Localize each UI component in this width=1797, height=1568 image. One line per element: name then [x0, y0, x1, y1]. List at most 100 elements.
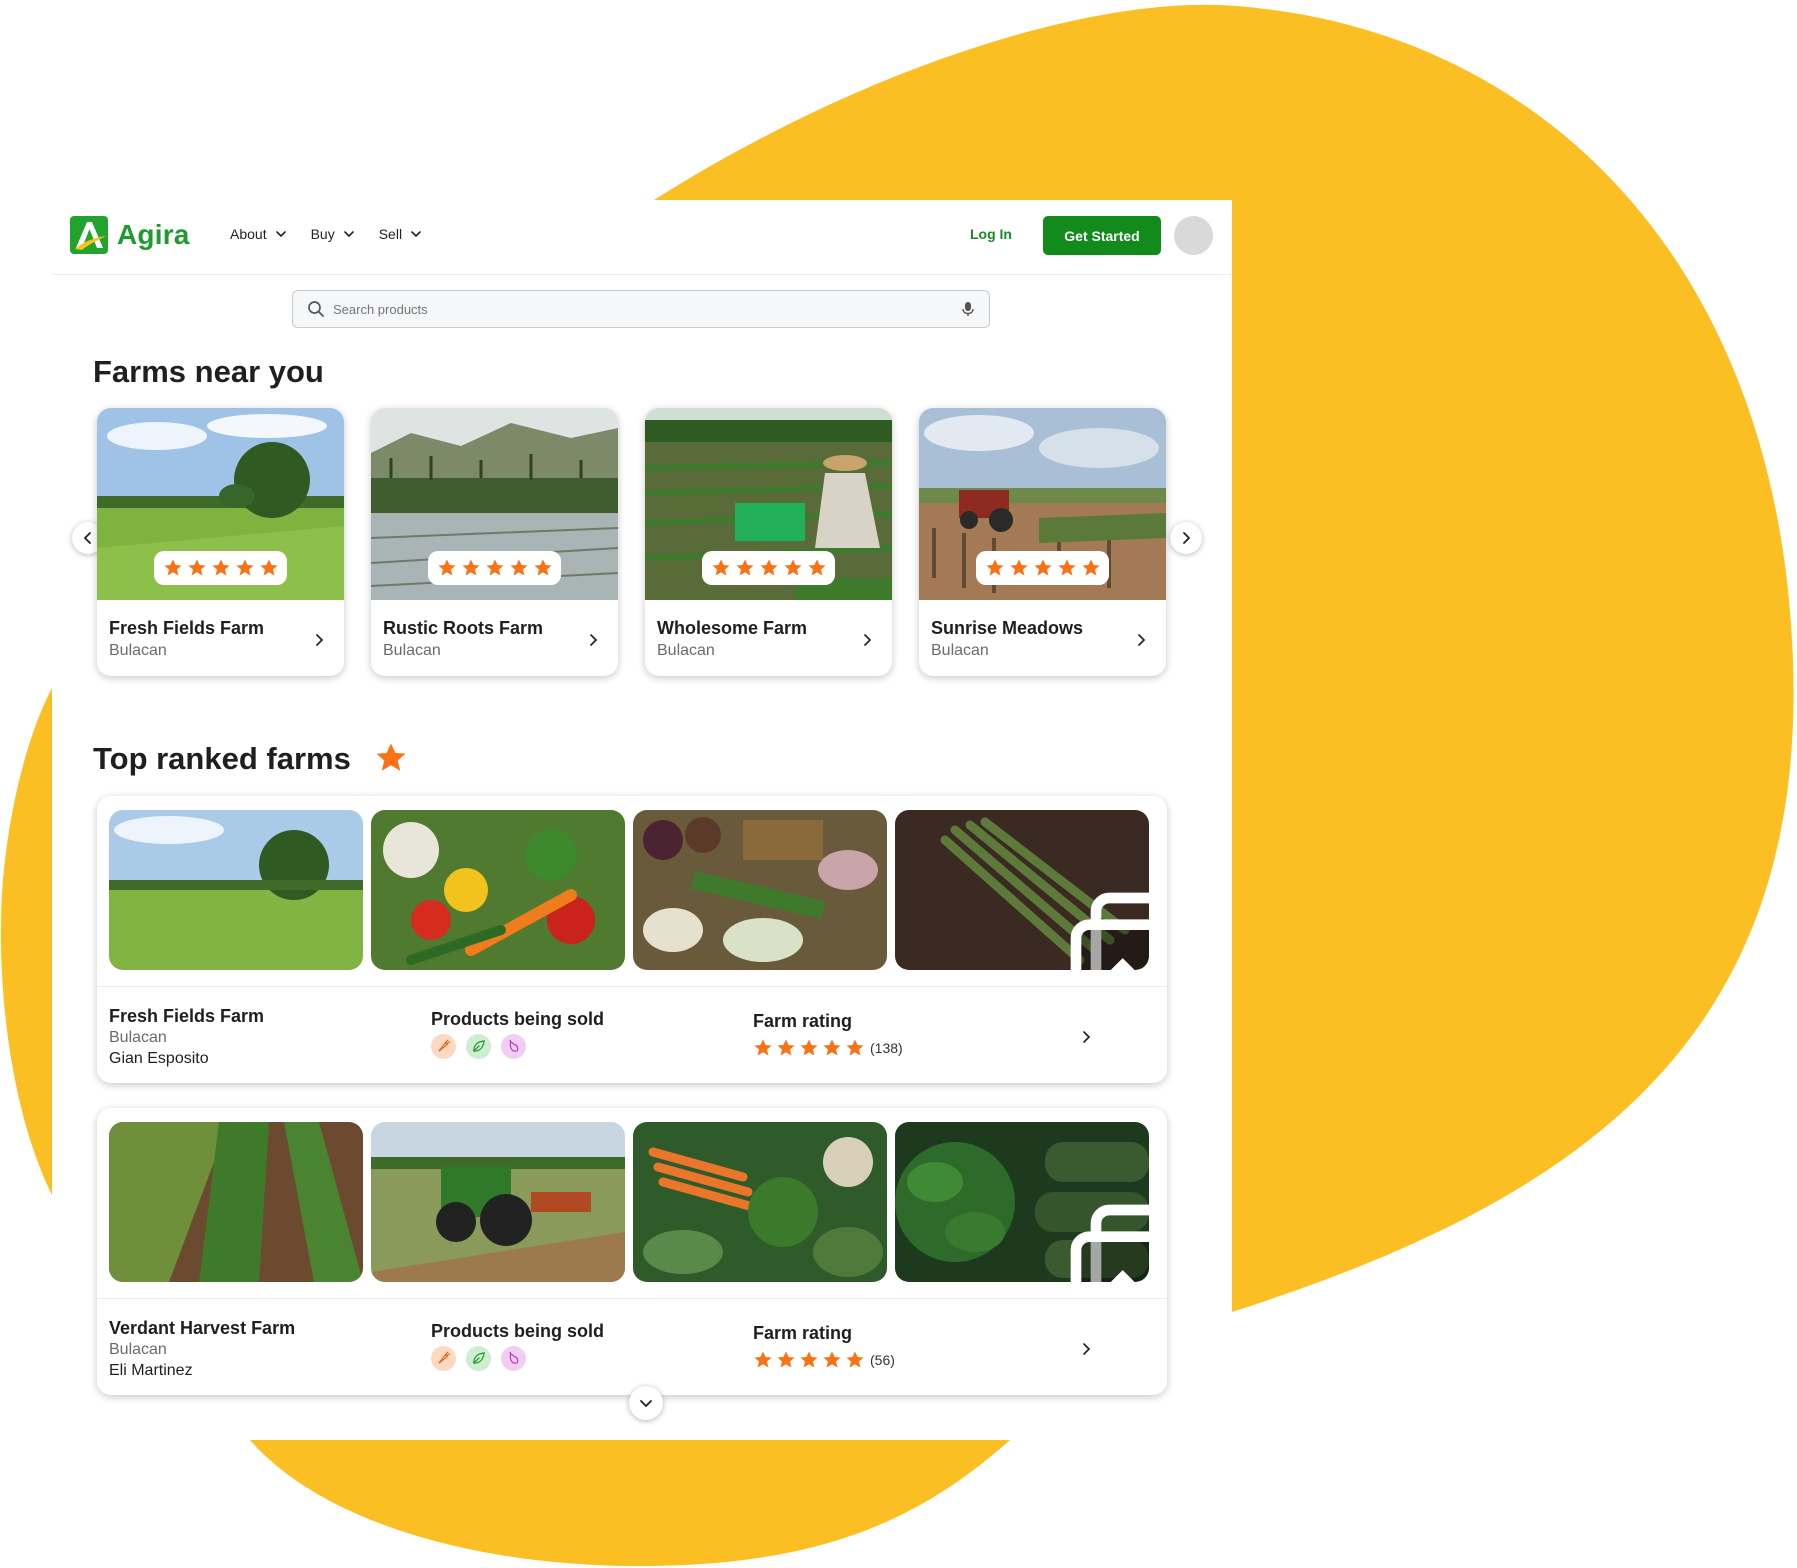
- divider: [97, 1298, 1167, 1299]
- chevron-right-icon[interactable]: [1079, 1342, 1093, 1356]
- rating-pill: [702, 551, 835, 585]
- search-input[interactable]: [333, 301, 961, 317]
- top-navbar: Agira About Buy Sell Log In Get Started: [52, 200, 1232, 275]
- star-icon: [376, 743, 406, 771]
- farm-name: Rustic Roots Farm: [383, 618, 544, 638]
- star-icon: [736, 559, 753, 576]
- gallery-icon: [1070, 892, 1149, 970]
- product-type-icons: [431, 1034, 526, 1059]
- ranked-farm-card[interactable]: Fresh Fields Farm Bulacan Gian Esposito …: [97, 796, 1167, 1083]
- brand-name: Agira: [117, 219, 190, 250]
- rating-pill: [428, 551, 561, 585]
- farm-card-wholesome[interactable]: Wholesome Farm Bulacan: [645, 408, 892, 676]
- eggplant-icon: [501, 1346, 526, 1371]
- farm-card-sunrise-meadows[interactable]: Sunrise Meadows Bulacan: [919, 408, 1166, 676]
- gallery-photo[interactable]: [371, 810, 625, 970]
- brand-logo[interactable]: Agira: [70, 216, 190, 254]
- chevron-down-icon: [343, 231, 354, 238]
- star-icon: [486, 559, 503, 576]
- crop-rows-photo: [109, 1122, 363, 1282]
- farm-location: Bulacan: [109, 1029, 167, 1046]
- star-icon: [823, 1351, 841, 1368]
- farm-photo-gallery: [109, 810, 1155, 970]
- rating-label: Farm rating: [753, 1323, 853, 1343]
- products-label: Products being sold: [431, 1321, 605, 1341]
- gallery-photo[interactable]: [633, 1122, 887, 1282]
- gallery-photo[interactable]: [109, 810, 363, 970]
- carrots-greens-photo: [633, 1122, 887, 1282]
- star-icon: [1082, 559, 1099, 576]
- star-icon: [784, 559, 801, 576]
- star-icon: [760, 559, 777, 576]
- chevron-down-icon: [411, 231, 421, 238]
- rating-pill: [154, 551, 287, 585]
- farm-owner: Gian Esposito: [109, 1050, 209, 1067]
- nav-item-label: About: [230, 226, 267, 242]
- top-ranked-title: Top ranked farms: [93, 741, 351, 776]
- chevron-right-icon: [316, 634, 324, 646]
- farm-name: Fresh Fields Farm: [109, 618, 265, 638]
- gallery-photo[interactable]: [371, 1122, 625, 1282]
- gallery-icon: [1070, 1204, 1149, 1282]
- leaf-icon: [466, 1346, 491, 1371]
- chevron-right-icon: [1138, 634, 1146, 646]
- star-icon: [754, 1351, 772, 1368]
- farms-near-carousel: Fresh Fields Farm Bulacan Rustic Roots F…: [97, 408, 1167, 678]
- star-icon: [777, 1351, 795, 1368]
- farm-photo-gallery: [109, 1122, 1155, 1282]
- chevron-right-icon: [590, 634, 598, 646]
- farm-location: Bulacan: [657, 642, 715, 659]
- market-produce-photo: [633, 810, 887, 970]
- avatar[interactable]: [1174, 216, 1213, 255]
- nav-item-buy[interactable]: Buy: [311, 226, 355, 242]
- rating-stars: (138): [753, 1038, 903, 1058]
- star-icon: [800, 1351, 818, 1368]
- nav-item-label: Sell: [378, 226, 403, 242]
- farm-location: Bulacan: [109, 1341, 167, 1358]
- star-icon: [846, 1039, 864, 1056]
- star-icon: [534, 559, 551, 576]
- field-photo: [109, 810, 363, 970]
- chevron-right-icon: [864, 634, 872, 646]
- star-icon: [823, 1039, 841, 1056]
- divider: [97, 986, 1167, 987]
- nav-item-sell[interactable]: Sell: [379, 226, 422, 242]
- nav-item-about[interactable]: About: [230, 226, 287, 242]
- main-nav: About Buy Sell: [230, 226, 422, 242]
- gallery-photo[interactable]: [109, 1122, 363, 1282]
- ranked-farm-card[interactable]: Verdant Harvest Farm Bulacan Eli Martine…: [97, 1108, 1167, 1395]
- star-icon: [846, 1351, 864, 1368]
- login-link[interactable]: Log In: [970, 226, 1012, 242]
- farm-name: Fresh Fields Farm: [109, 1006, 265, 1026]
- star-icon: [800, 1039, 818, 1056]
- rating-stars: (56): [753, 1350, 895, 1370]
- search-bar: [292, 290, 990, 328]
- star-icon: [1058, 559, 1075, 576]
- load-more-button[interactable]: [629, 1386, 663, 1420]
- farm-name: Sunrise Meadows: [931, 618, 1084, 638]
- chevron-right-icon: [1183, 532, 1191, 544]
- products-label: Products being sold: [431, 1009, 605, 1029]
- chevron-right-icon[interactable]: [1079, 1030, 1093, 1044]
- star-icon: [510, 559, 527, 576]
- rating-count: (138): [870, 1040, 903, 1056]
- chevron-left-icon: [83, 532, 91, 544]
- gallery-photo[interactable]: [895, 810, 1149, 970]
- leaf-icon: [466, 1034, 491, 1059]
- farm-name: Verdant Harvest Farm: [109, 1318, 296, 1338]
- star-icon: [164, 559, 181, 576]
- chevron-down-icon: [275, 231, 286, 238]
- star-icon: [986, 559, 1003, 576]
- farm-card-rustic-roots[interactable]: Rustic Roots Farm Bulacan: [371, 408, 618, 676]
- farm-card-fresh-fields[interactable]: Fresh Fields Farm Bulacan: [97, 408, 344, 676]
- microphone-icon[interactable]: [961, 301, 975, 317]
- carousel-next-button[interactable]: [1170, 522, 1202, 554]
- star-icon: [1010, 559, 1027, 576]
- star-icon: [777, 1039, 795, 1056]
- get-started-button[interactable]: Get Started: [1043, 216, 1161, 255]
- rating-count: (56): [870, 1352, 895, 1368]
- search-icon: [308, 301, 324, 317]
- gallery-photo[interactable]: [633, 810, 887, 970]
- gallery-photo[interactable]: [895, 1122, 1149, 1282]
- star-icon: [754, 1039, 772, 1056]
